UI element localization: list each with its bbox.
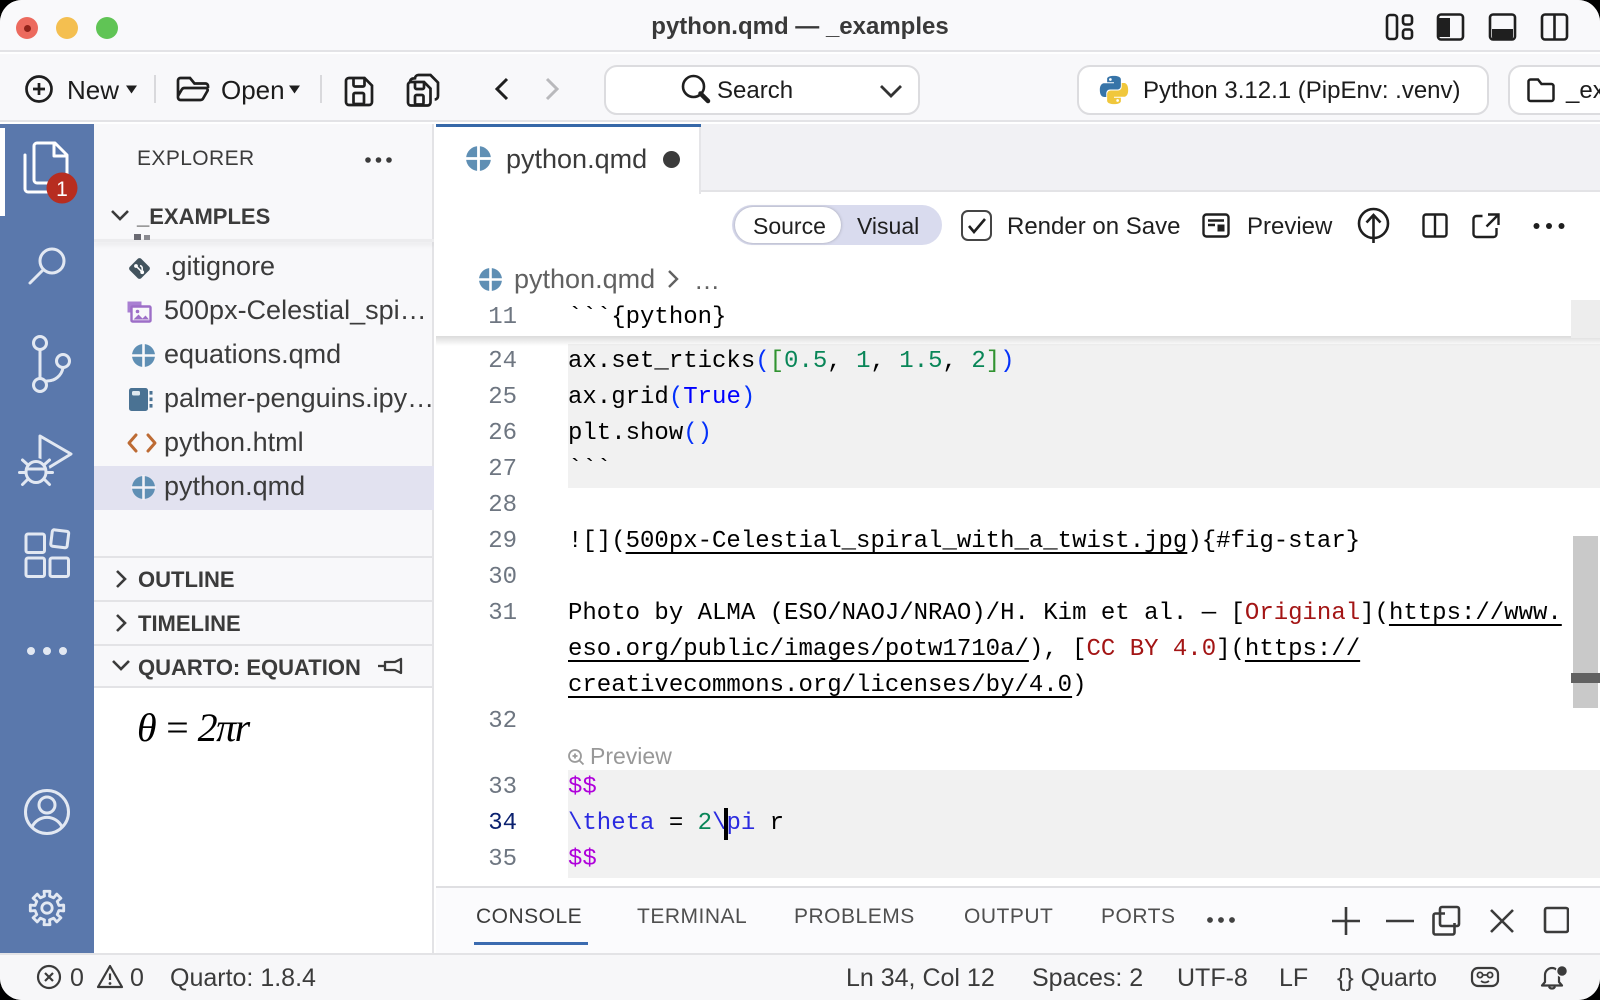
svg-text:1: 1 (56, 178, 68, 201)
